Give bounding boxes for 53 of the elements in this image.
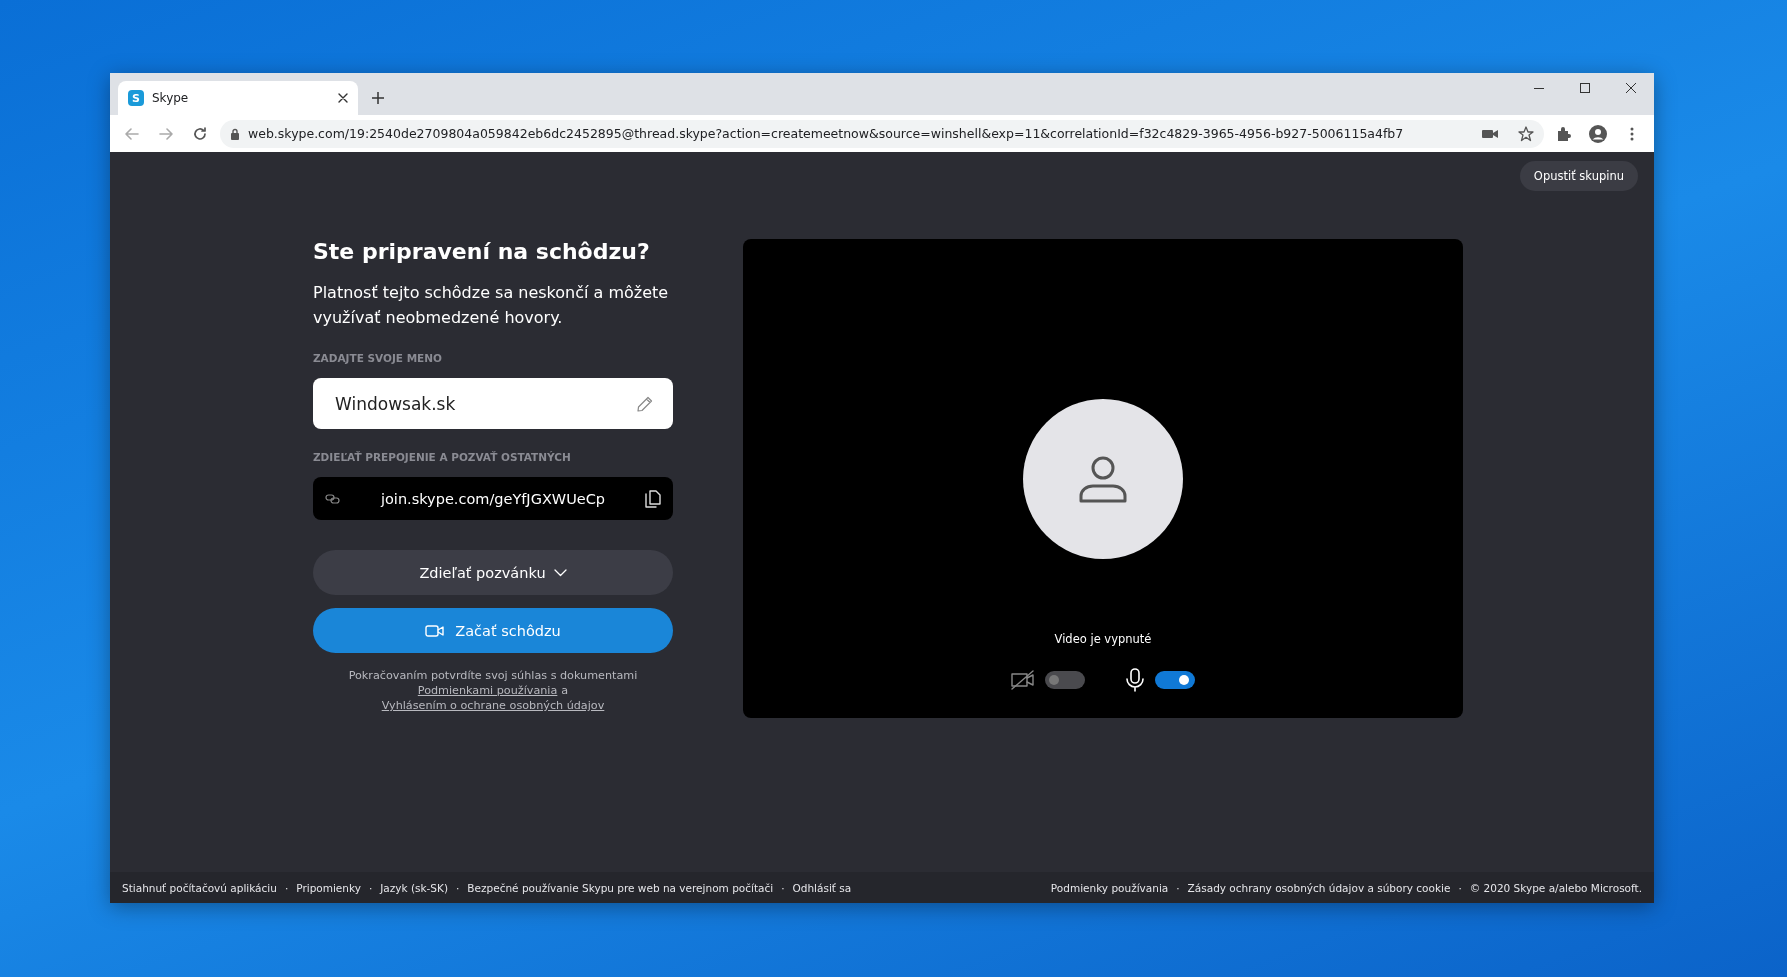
separator-dot: · [456, 881, 460, 894]
name-field[interactable]: Windowsak.sk [313, 378, 673, 429]
consent-text: Pokračovaním potvrdíte svoj súhlas s dokumentami [348, 669, 638, 682]
footer-link[interactable]: Podmienky používania [1050, 881, 1169, 894]
start-meeting-button[interactable]: Začať schôdzu [313, 608, 673, 653]
address-bar[interactable]: web.skype.com/19:2540de2709804a059842eb6dc2452895@thread.skype?action=createmeetnow&source=winshell&exp=11&correlationId=f32c4829-3965-4956-b927-5006115a4fb7 [220, 119, 1544, 148]
separator-dot: · [368, 881, 373, 894]
terms-link[interactable]: Podmienkami používania [417, 684, 558, 697]
skype-logo-icon: S [128, 90, 144, 106]
footer-link[interactable]: Odhlásiť sa [792, 881, 852, 894]
share-invite-button[interactable]: Zdieľať pozvánku [313, 550, 673, 595]
footer-link[interactable]: © 2020 Skype a/alebo Microsoft. [1469, 881, 1642, 894]
video-status: Video je vypnuté [1054, 632, 1152, 646]
copy-icon[interactable] [645, 489, 661, 508]
video-camera-icon [425, 622, 446, 639]
video-toggle[interactable] [1045, 671, 1085, 689]
footer-link[interactable]: Pripomienky [296, 881, 361, 894]
field-label: ZDIEĽAŤ PREPOJENIE A POZVAŤ OSTATNÝCH [313, 451, 572, 463]
minimize-icon[interactable] [1534, 87, 1544, 89]
link-icon [325, 493, 341, 504]
person-icon [1078, 454, 1128, 504]
chevron-down-icon [553, 568, 567, 577]
puzzle-icon[interactable] [1556, 125, 1572, 142]
star-icon[interactable] [1518, 125, 1534, 142]
browser-tab[interactable]: S Skype [118, 81, 358, 115]
microphone-toggle[interactable] [1155, 671, 1195, 689]
reload-icon[interactable] [193, 126, 207, 141]
tab-title: Skype [152, 91, 190, 105]
footer-link[interactable]: Bezpečné používanie Skypu pre web na verejnom počítači [467, 881, 774, 894]
close-icon[interactable] [1626, 83, 1636, 93]
leave-group-button[interactable]: Opustiť skupinu [1519, 161, 1638, 191]
plus-icon[interactable] [372, 92, 384, 104]
profile-icon[interactable] [1589, 124, 1607, 143]
microphone-icon[interactable] [1125, 668, 1145, 692]
separator-dot: · [781, 881, 785, 894]
footer-link[interactable]: Jazyk (sk-SK) [380, 881, 448, 894]
more-icon[interactable] [1630, 126, 1634, 141]
separator-dot: · [1458, 881, 1462, 894]
footer-link[interactable]: Zásady ochrany osobných údajov a súbory cookie [1187, 881, 1451, 894]
subheading: Platnosť tejto schôdze sa neskončí a môžete využívať neobmedzené hovory. [313, 282, 670, 329]
privacy-link[interactable]: Vyhlásením o ochrane osobných údajov [381, 699, 605, 712]
maximize-icon[interactable] [1580, 83, 1590, 93]
conjunction-text: a [561, 684, 569, 697]
separator-dot: · [284, 881, 289, 894]
lock-icon [230, 127, 240, 140]
separator-dot: · [1176, 881, 1180, 894]
heading: Ste pripravení na schôdzu? [313, 239, 651, 264]
camera-icon[interactable] [1482, 127, 1498, 140]
camera-off-icon[interactable] [1011, 670, 1035, 690]
close-icon[interactable] [338, 93, 348, 103]
footer-link[interactable]: Stiahnuť počítačovú aplikáciu [122, 881, 277, 894]
pencil-icon[interactable] [637, 395, 653, 412]
field-label: ZADAJTE SVOJE MENO [313, 352, 443, 364]
